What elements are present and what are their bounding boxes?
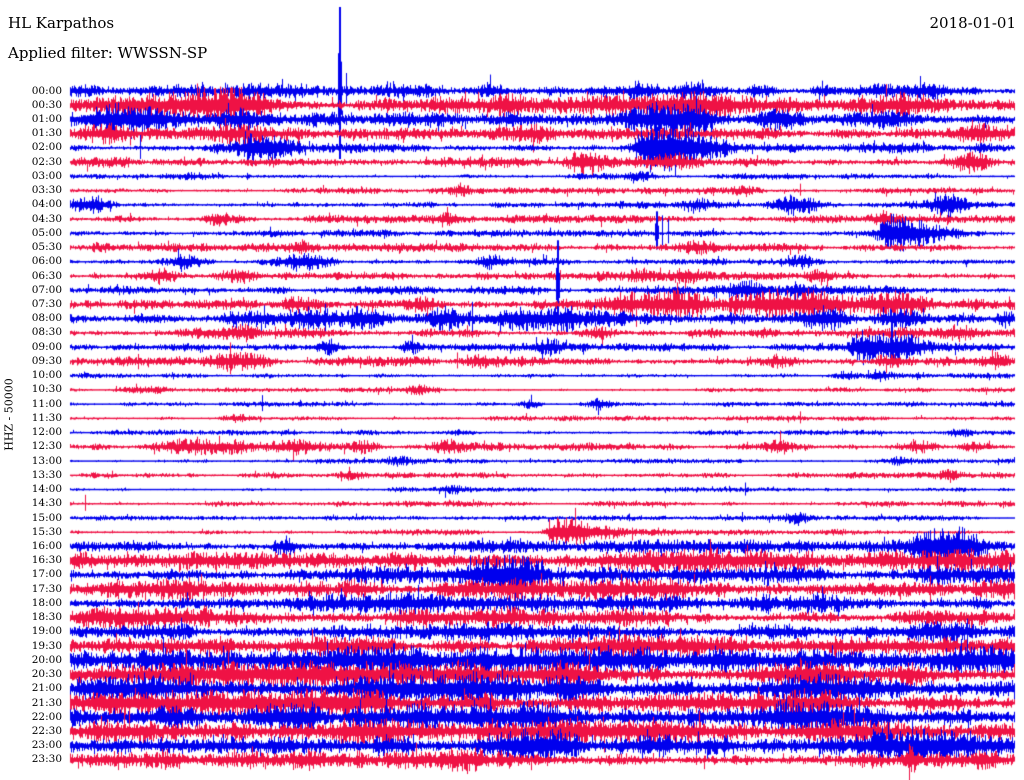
time-label: 08:00	[31, 312, 62, 325]
time-label: 00:00	[31, 84, 62, 97]
time-label: 18:30	[31, 611, 62, 624]
time-label: 15:00	[31, 511, 62, 524]
time-label: 00:30	[31, 98, 62, 111]
time-label: 03:30	[31, 184, 62, 197]
time-label: 09:30	[31, 354, 62, 367]
time-label: 13:30	[31, 468, 62, 481]
time-label: 12:30	[31, 440, 62, 453]
time-label: 20:30	[31, 668, 62, 681]
time-label: 08:30	[31, 326, 62, 339]
time-label: 14:30	[31, 497, 62, 510]
time-label: 22:30	[31, 725, 62, 738]
time-label: 06:00	[31, 255, 62, 268]
time-label: 23:30	[31, 753, 62, 766]
time-label: 05:30	[31, 241, 62, 254]
time-label: 02:00	[31, 141, 62, 154]
time-label: 14:00	[31, 483, 62, 496]
time-label: 09:00	[31, 340, 62, 353]
time-label: 17:30	[31, 582, 62, 595]
time-label: 20:00	[31, 653, 62, 666]
helicorder-page: HL Karpathos Applied filter: WWSSN-SP 20…	[0, 0, 1024, 780]
date-label: 2018-01-01	[929, 14, 1016, 32]
time-label: 10:30	[31, 383, 62, 396]
time-label: 18:00	[31, 596, 62, 609]
time-label: 04:30	[31, 212, 62, 225]
time-label: 04:00	[31, 198, 62, 211]
time-label: 06:30	[31, 269, 62, 282]
time-label: 21:00	[31, 682, 62, 695]
time-label: 13:00	[31, 454, 62, 467]
time-label: 01:30	[31, 127, 62, 140]
time-label: 16:00	[31, 539, 62, 552]
time-label: 22:00	[31, 710, 62, 723]
time-label: 10:00	[31, 369, 62, 382]
time-label: 03:00	[31, 169, 62, 182]
time-label: 17:00	[31, 568, 62, 581]
time-label: 11:00	[31, 397, 62, 410]
time-label: 11:30	[31, 411, 62, 424]
station-title: HL Karpathos	[8, 14, 115, 32]
time-label: 12:00	[31, 426, 62, 439]
time-label: 16:30	[31, 554, 62, 567]
applied-filter-label: Applied filter: WWSSN-SP	[8, 44, 208, 62]
time-label: 01:00	[31, 112, 62, 125]
time-label: 23:00	[31, 739, 62, 752]
time-label: 07:00	[31, 283, 62, 296]
time-label: 19:00	[31, 625, 62, 638]
time-label: 19:30	[31, 639, 62, 652]
time-label: 02:30	[31, 155, 62, 168]
time-label: 21:30	[31, 696, 62, 709]
time-label: 05:00	[31, 226, 62, 239]
time-label: 15:30	[31, 525, 62, 538]
seismogram-traces-canvas	[0, 0, 1024, 780]
time-label: 07:30	[31, 298, 62, 310]
